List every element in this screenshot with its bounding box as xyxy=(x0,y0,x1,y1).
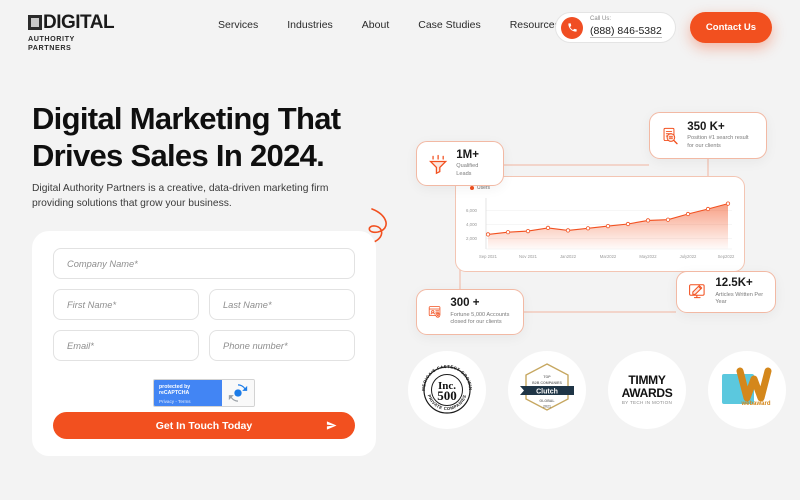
svg-text:Clutch: Clutch xyxy=(536,388,558,395)
stat-card-qualified-leads: 1M+ Qualified Leads xyxy=(416,141,504,186)
inc-500-badge: AMERICA'S FASTEST GROWING PRIVATE COMPAN… xyxy=(408,351,486,429)
recaptcha-protected-label: protected by reCAPTCHA xyxy=(159,384,217,396)
stat-desc-search-results: Position #1 search result for our client… xyxy=(687,135,749,149)
recaptcha-links[interactable]: Privacy - Terms xyxy=(159,399,217,404)
site-header: DIGITAL AUTHORITY PARTNERS Services Indu… xyxy=(0,0,800,57)
award-badges: AMERICA'S FASTEST GROWING PRIVATE COMPAN… xyxy=(408,351,786,429)
nav-item-industries[interactable]: Industries xyxy=(287,19,333,31)
timmy-line-3: BY TECH IN MOTION xyxy=(621,400,673,406)
contact-us-button[interactable]: Contact Us xyxy=(690,12,772,43)
stat-text-articles-written: 12.5K+ Articles Written Per Year xyxy=(715,277,764,307)
stat-desc-articles-written: Articles Written Per Year xyxy=(715,291,764,306)
users-chart-card: Users 6,000 4,000 2,000 Sep 2021 Nov 202… xyxy=(455,176,745,272)
stat-value-articles-written: 12.5K+ xyxy=(715,277,753,290)
stat-card-search-results: 350 K+ Position #1 search result for our… xyxy=(649,112,767,159)
stat-text-qualified-leads: 1M+ Qualified Leads xyxy=(456,149,492,179)
svg-text:GLOBAL: GLOBAL xyxy=(539,399,555,403)
stat-text-fortune-accounts: 300 + Fortune 5,000 Accounts closed for … xyxy=(450,297,512,327)
hero-subtitle: Digital Authority Partners is a creative… xyxy=(32,183,329,209)
hero-title-line-2: Drives Sales In 2024. xyxy=(32,138,325,174)
chart-ytick-2000: 2,000 xyxy=(466,236,478,241)
chart-xtick-6: Sep2022 xyxy=(718,254,735,259)
contact-form-fields: Company Name* First Name* Last Name* Ema… xyxy=(32,231,376,407)
chart-legend-dot-icon xyxy=(470,186,474,190)
timmy-awards-badge: TIMMY AWARDS BY TECH IN MOTION xyxy=(608,351,686,429)
name-row: First Name* Last Name* xyxy=(53,289,355,320)
last-name-placeholder: Last Name* xyxy=(223,299,272,310)
chart-xtick-5: July2022 xyxy=(680,254,697,259)
users-area-chart: 6,000 4,000 2,000 Sep 2021 Nov 2021 Jan2… xyxy=(466,198,735,259)
stat-text-search-results: 350 K+ Position #1 search result for our… xyxy=(687,121,755,151)
chart-xtick-4: May2022 xyxy=(639,254,657,259)
call-us-label: Call Us: xyxy=(590,15,612,22)
stat-card-fortune-accounts: 300 + Fortune 5,000 Accounts closed for … xyxy=(416,289,524,335)
svg-text:B2B COMPANIES: B2B COMPANIES xyxy=(532,381,562,385)
phone-number-input[interactable]: Phone number* xyxy=(209,330,355,361)
nav-item-case-studies[interactable]: Case Studies xyxy=(418,19,480,31)
monitor-pen-icon xyxy=(689,284,705,299)
clutch-badge: TOP B2B COMPANIES Clutch GLOBAL 2021 xyxy=(508,351,586,429)
nav-item-resources[interactable]: Resources xyxy=(510,19,560,31)
recaptcha-widget[interactable]: protected by reCAPTCHA Privacy - Terms xyxy=(153,379,255,407)
account-card-icon xyxy=(428,306,441,318)
timmy-line-1: TIMMY xyxy=(628,373,666,388)
company-name-input[interactable]: Company Name* xyxy=(53,248,355,279)
chart-ytick-6000: 6,000 xyxy=(466,208,478,213)
logo-tagline: AUTHORITY PARTNERS xyxy=(28,34,75,52)
timmy-line-2: AWARDS xyxy=(621,385,673,400)
phone-number-placeholder: Phone number* xyxy=(223,340,288,351)
clutch-badge-graphic: TOP B2B COMPANIES Clutch GLOBAL 2021 xyxy=(520,363,574,411)
recaptcha-logo-icon xyxy=(222,380,254,406)
send-plane-icon xyxy=(326,421,337,430)
nav-item-services[interactable]: Services xyxy=(218,19,258,31)
stat-value-search-results: 350 K+ xyxy=(687,120,725,133)
chart-xtick-1: Nov 2021 xyxy=(519,254,538,259)
chart-ytick-4000: 4,000 xyxy=(466,222,478,227)
funnel-icon xyxy=(429,154,448,174)
email-input[interactable]: Email* xyxy=(53,330,199,361)
timmy-awards-text: TIMMY AWARDS BY TECH IN MOTION xyxy=(622,374,673,406)
chart-xtick-0: Sep 2021 xyxy=(479,254,498,259)
submit-button-label: Get In Touch Today xyxy=(155,419,253,432)
recaptcha-text-block: protected by reCAPTCHA Privacy - Terms xyxy=(154,380,222,406)
contact-row: Email* Phone number* xyxy=(53,330,355,361)
logo-wordmark: DIGITAL xyxy=(28,13,120,32)
stat-desc-qualified-leads: Qualified Leads xyxy=(456,163,479,177)
landing-page: DIGITAL AUTHORITY PARTNERS Services Indu… xyxy=(0,0,800,500)
recaptcha-brand: reCAPTCHA xyxy=(159,390,190,397)
hero-title-line-1: Digital Marketing That xyxy=(32,101,341,136)
nav-item-about[interactable]: About xyxy=(362,19,389,31)
chart-xtick-3: Mar2022 xyxy=(600,254,617,259)
call-us-pill[interactable]: Call Us: (888) 846-5382 xyxy=(555,12,676,43)
webaward-badge-graphic: webaward xyxy=(722,367,772,407)
contact-form-card: Company Name* First Name* Last Name* Ema… xyxy=(32,231,376,456)
site-logo[interactable]: DIGITAL AUTHORITY PARTNERS xyxy=(28,13,120,52)
call-us-text: Call Us: (888) 846-5382 xyxy=(590,16,662,39)
page-title: Digital Marketing That Drives Sales In 2… xyxy=(32,100,387,174)
company-name-placeholder: Company Name* xyxy=(67,258,138,269)
document-search-icon xyxy=(663,127,678,144)
stat-value-qualified-leads: 1M+ xyxy=(456,148,479,161)
primary-nav: Services Industries About Case Studies R… xyxy=(218,19,560,31)
stat-desc-fortune-accounts: Fortune 5,000 Accounts closed for our cl… xyxy=(450,311,510,326)
phone-icon xyxy=(561,16,583,39)
inc-500-badge-graphic: AMERICA'S FASTEST GROWING PRIVATE COMPAN… xyxy=(416,359,473,414)
first-name-input[interactable]: First Name* xyxy=(53,289,199,320)
chart-xtick-2: Jan2022 xyxy=(560,254,577,259)
svg-text:TOP: TOP xyxy=(543,375,551,379)
first-name-placeholder: First Name* xyxy=(67,299,117,310)
email-placeholder: Email* xyxy=(67,340,94,351)
svg-text:500: 500 xyxy=(437,388,457,403)
svg-text:2021: 2021 xyxy=(543,405,551,409)
submit-button[interactable]: Get In Touch Today xyxy=(53,412,355,439)
logo-main-text: DIGITAL xyxy=(43,12,115,33)
logo-mark-icon xyxy=(28,15,42,30)
stat-value-fortune-accounts: 300 + xyxy=(450,297,480,310)
webaward-badge: webaward xyxy=(708,351,786,429)
svg-text:webaward: webaward xyxy=(740,401,770,407)
call-us-number[interactable]: (888) 846-5382 xyxy=(590,26,662,39)
stat-card-articles-written: 12.5K+ Articles Written Per Year xyxy=(676,271,776,313)
recaptcha-protected-text: protected by xyxy=(159,384,191,390)
last-name-input[interactable]: Last Name* xyxy=(209,289,355,320)
